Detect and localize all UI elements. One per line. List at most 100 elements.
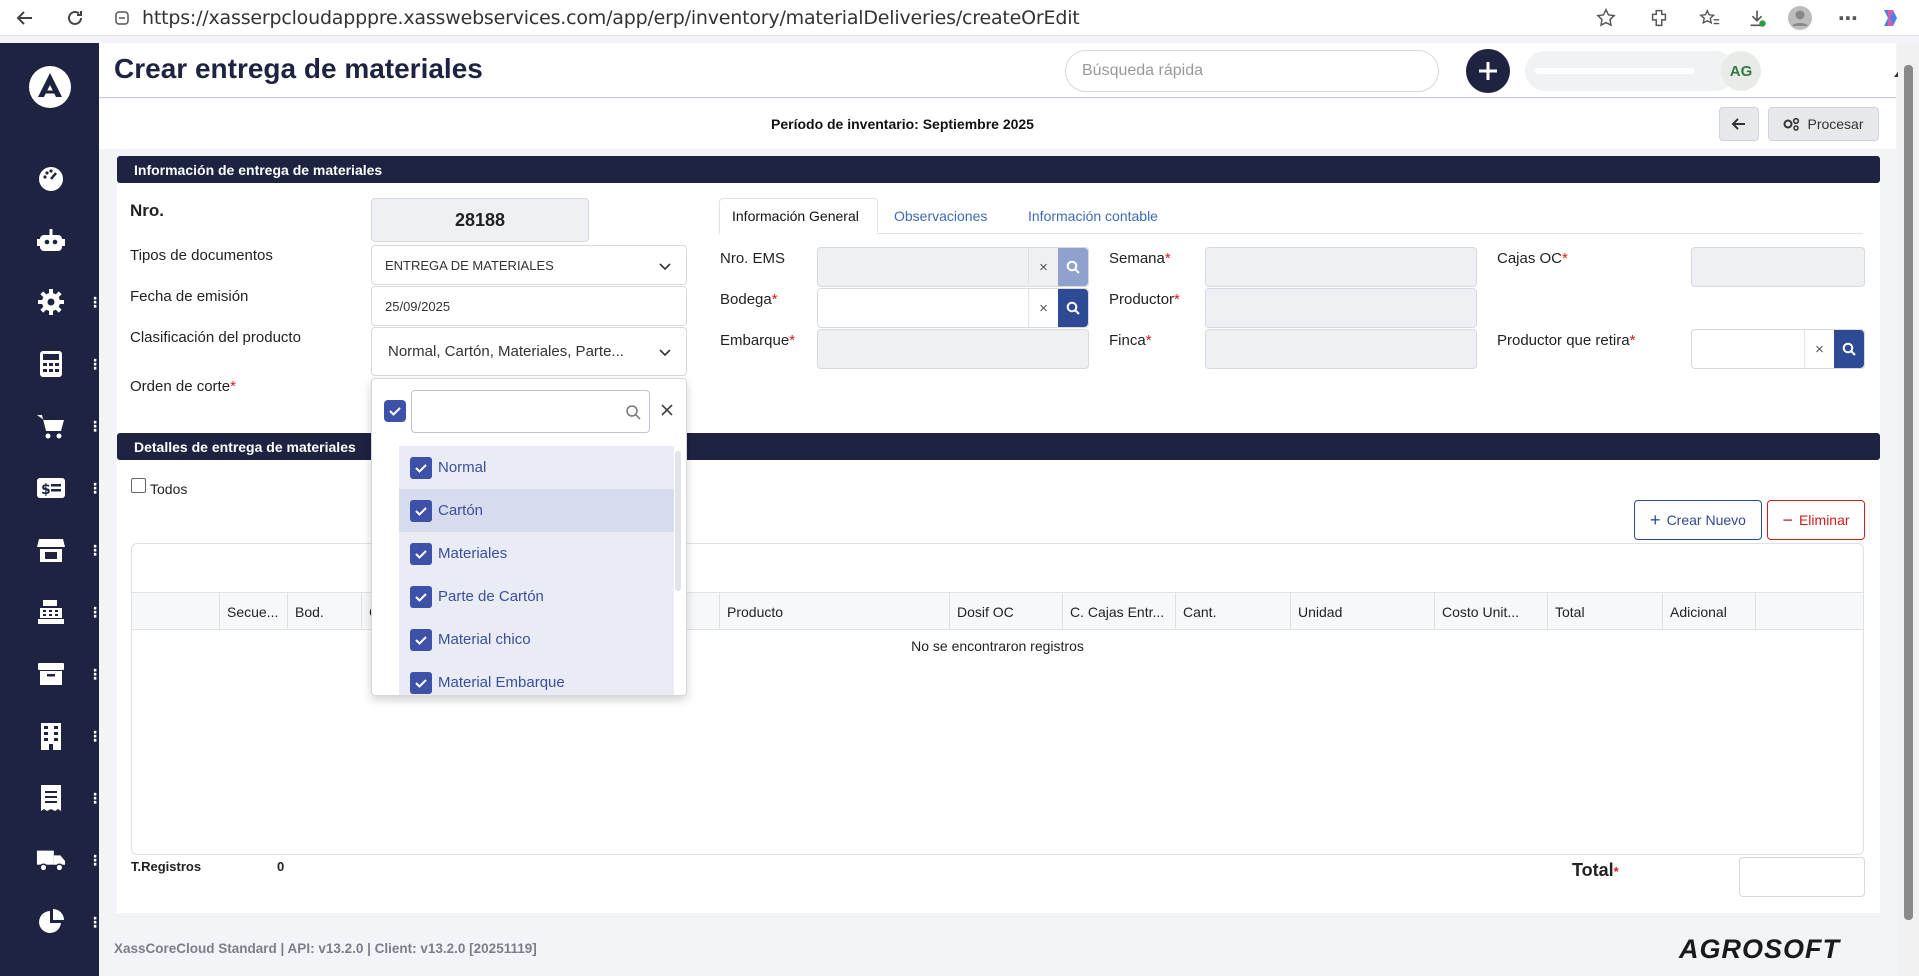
sidebar-item-reports[interactable]: ⋮ <box>0 900 102 944</box>
sidebar-item-company[interactable]: ⋮ <box>0 714 102 758</box>
top-header: Crear entrega de materiales Búsqueda ráp… <box>99 43 1919 98</box>
minus-icon: − <box>1782 509 1793 530</box>
star-icon[interactable] <box>1592 4 1620 32</box>
invoice-dollar-icon: $ <box>36 473 66 503</box>
user-initials-avatar[interactable]: AG <box>1721 51 1761 91</box>
sidebar-more-icon[interactable]: ⋮ <box>88 481 102 495</box>
create-new-label: Crear Nuevo <box>1666 512 1746 528</box>
checkbox-checked-icon <box>410 585 432 608</box>
downloads-icon[interactable] <box>1743 4 1771 32</box>
sidebar-item-bot[interactable] <box>0 219 99 263</box>
column-header[interactable]: Bod. <box>287 593 361 630</box>
sidebar-more-icon[interactable]: ⋮ <box>88 419 102 433</box>
back-button[interactable] <box>1719 107 1759 141</box>
add-button[interactable] <box>1466 49 1510 93</box>
product-class-dropdown: Normal Cartón Materiales Parte de Cartón… <box>371 378 687 696</box>
option-label: Cartón <box>438 502 484 519</box>
column-header[interactable]: Dosif OC <box>949 593 1062 630</box>
profile-icon[interactable] <box>1786 4 1814 32</box>
option-normal[interactable]: Normal <box>399 446 674 489</box>
sidebar-more-icon[interactable]: ⋮ <box>88 295 102 309</box>
select-all-checkbox[interactable] <box>384 400 406 422</box>
column-header[interactable]: Producto <box>719 593 959 630</box>
inventory-period: Período de inventario: Septiembre 2025 <box>771 116 1034 132</box>
quick-search-input[interactable]: Búsqueda rápida <box>1065 50 1439 92</box>
semana-input[interactable] <box>1205 247 1477 287</box>
sidebar-more-icon[interactable]: ⋮ <box>88 853 102 867</box>
more-menu-icon[interactable]: ⋯ <box>1834 4 1862 32</box>
column-header[interactable]: C. Cajas Entr... <box>1062 593 1175 630</box>
process-button[interactable]: Procesar <box>1768 107 1879 141</box>
column-header[interactable]: Unidad <box>1290 593 1434 630</box>
embarque-label: Embarque* <box>720 332 796 349</box>
column-header[interactable]: Adicional <box>1662 593 1755 630</box>
favorites-icon[interactable] <box>1696 4 1724 32</box>
store-icon <box>36 535 66 565</box>
sidebar-more-icon[interactable]: ⋮ <box>88 791 102 805</box>
tab-accounting-info[interactable]: Información contable <box>1016 198 1170 234</box>
close-icon[interactable] <box>654 397 680 423</box>
copilot-icon[interactable] <box>1876 4 1904 32</box>
issue-date-input[interactable]: 25/09/2025 <box>371 286 687 326</box>
delete-label: Eliminar <box>1798 512 1850 528</box>
search-icon[interactable] <box>1058 289 1088 327</box>
option-material-embarque[interactable]: Material Embarque <box>399 661 674 695</box>
select-all-checkbox[interactable] <box>131 478 146 493</box>
column-header[interactable]: Secue... <box>219 593 287 630</box>
back-arrow-icon[interactable] <box>14 7 36 29</box>
option-materiales[interactable]: Materiales <box>399 532 674 575</box>
clear-icon[interactable]: × <box>1028 289 1058 327</box>
sidebar-more-icon[interactable]: ⋮ <box>88 729 102 743</box>
search-icon[interactable] <box>1058 248 1088 286</box>
option-label: Normal <box>438 459 487 476</box>
product-class-value: Normal, Cartón, Materiales, Parte... <box>388 343 624 360</box>
sidebar-item-settings[interactable]: ⋮ <box>0 280 102 324</box>
product-class-select[interactable]: Normal, Cartón, Materiales, Parte... <box>371 327 687 376</box>
sidebar-more-icon[interactable]: ⋮ <box>88 605 102 619</box>
sidebar-more-icon[interactable]: ⋮ <box>88 357 102 371</box>
user-menu[interactable] <box>1525 51 1735 91</box>
column-header[interactable]: Cant. <box>1175 593 1290 630</box>
finca-input[interactable] <box>1205 329 1477 369</box>
tab-observations[interactable]: Observaciones <box>882 198 999 234</box>
nro-field[interactable]: 28188 <box>371 198 589 242</box>
option-material-chico[interactable]: Material chico <box>399 618 674 661</box>
search-icon[interactable] <box>1834 330 1864 368</box>
sidebar-item-pos[interactable]: ⋮ <box>0 590 102 634</box>
sidebar-item-inventory[interactable]: ⋮ <box>0 652 102 696</box>
address-bar[interactable]: https://xasserpcloudapppre.xasswebservic… <box>100 3 1600 33</box>
sidebar-item-accounting[interactable]: ⋮ <box>0 342 102 386</box>
create-new-button[interactable]: + Crear Nuevo <box>1634 500 1762 540</box>
tab-general-info[interactable]: Información General <box>719 198 878 234</box>
site-info-icon[interactable] <box>114 10 130 26</box>
sidebar-item-billing[interactable]: $ ⋮ <box>0 466 102 510</box>
page-scrollbar[interactable] <box>1898 43 1919 976</box>
delete-button[interactable]: − Eliminar <box>1767 500 1865 540</box>
product-class-label: Clasificación del producto <box>130 329 301 346</box>
extensions-icon[interactable] <box>1645 4 1673 32</box>
sidebar-more-icon[interactable]: ⋮ <box>88 667 102 681</box>
productor-input[interactable] <box>1205 288 1477 328</box>
column-header[interactable]: Total <box>1547 593 1662 630</box>
embarque-input[interactable] <box>817 329 1089 369</box>
app-logo[interactable] <box>28 65 72 109</box>
sidebar-more-icon[interactable]: ⋮ <box>88 915 102 929</box>
dropdown-scrollbar[interactable] <box>675 451 681 591</box>
sidebar-item-receipts[interactable]: ⋮ <box>0 776 102 820</box>
sidebar-more-icon[interactable]: ⋮ <box>88 543 102 557</box>
sidebar-item-purchases[interactable]: ⋮ <box>0 404 102 448</box>
reload-icon[interactable] <box>64 7 86 29</box>
option-carton[interactable]: Cartón <box>399 489 674 532</box>
column-header[interactable]: Costo Unit... <box>1434 593 1547 630</box>
sidebar-item-dashboard[interactable] <box>0 157 99 201</box>
clear-icon[interactable]: × <box>1804 330 1834 368</box>
clear-icon[interactable]: × <box>1028 248 1058 286</box>
dropdown-search-input[interactable] <box>411 390 650 433</box>
checkbox-checked-icon <box>410 542 432 565</box>
sidebar-item-store[interactable]: ⋮ <box>0 528 102 572</box>
total-input[interactable] <box>1739 857 1865 897</box>
cajas-oc-input[interactable] <box>1691 247 1865 287</box>
sidebar-item-logistics[interactable]: ⋮ <box>0 838 102 882</box>
option-parte-de-carton[interactable]: Parte de Cartón <box>399 575 674 618</box>
doc-types-select[interactable]: ENTREGA DE MATERIALES <box>371 245 687 285</box>
